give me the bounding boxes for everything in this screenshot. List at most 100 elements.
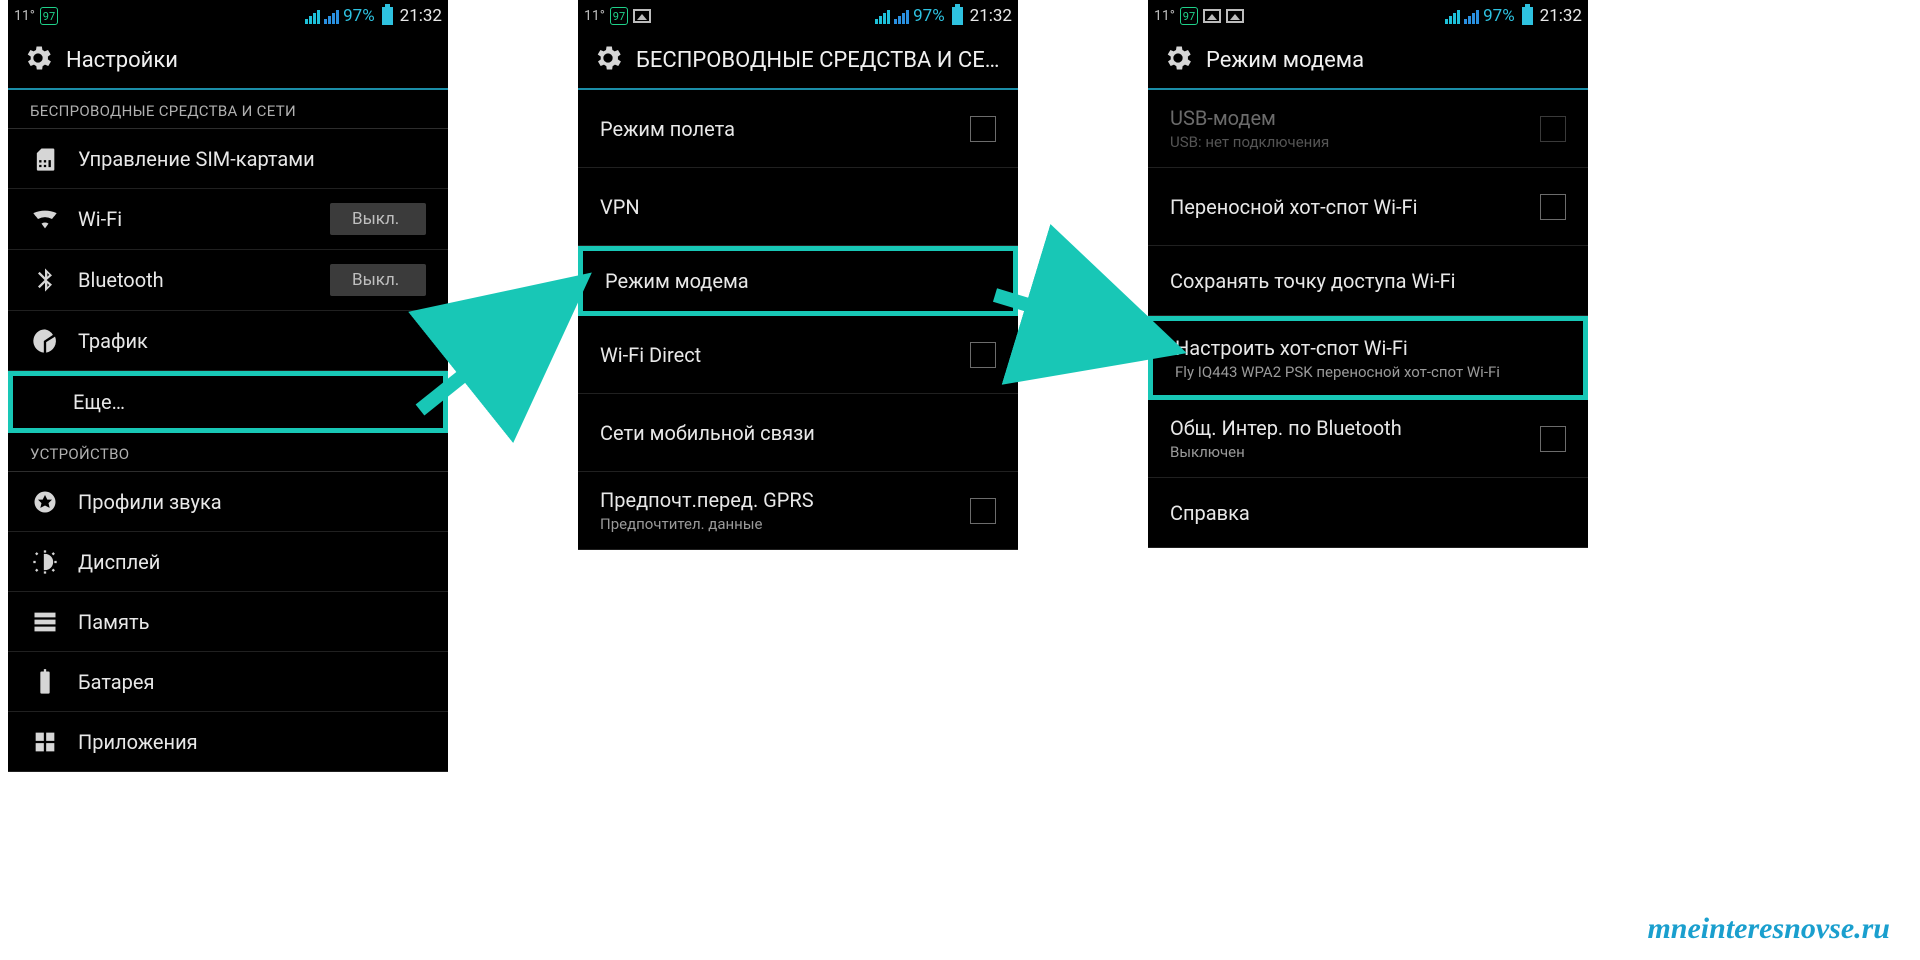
row-traffic[interactable]: Трафик: [8, 311, 448, 371]
row-gprs-pref[interactable]: Предпочт.перед. GPRS Предпочтител. данны…: [578, 472, 1018, 550]
page-title: Режим модема: [1206, 48, 1364, 73]
page-title: БЕСПРОВОДНЫЕ СРЕДСТВА И СЕ…: [636, 48, 999, 73]
temperature-indicator: 11°: [14, 8, 35, 24]
row-label: VPN: [600, 195, 996, 219]
title-bar: Настройки: [8, 32, 448, 90]
bluetooth-icon: [30, 266, 60, 294]
title-bar: Режим модема: [1148, 32, 1588, 90]
row-label: Трафик: [78, 329, 426, 353]
clock: 21:32: [970, 6, 1012, 26]
row-label: Дисплей: [78, 550, 426, 574]
temperature-indicator: 11°: [584, 8, 605, 24]
signal-1-icon: [305, 8, 320, 24]
battery-percent: 97%: [913, 6, 945, 26]
row-label: Wi-Fi: [78, 207, 312, 231]
row-label: Профили звука: [78, 490, 426, 514]
status-badge-icon: 97: [40, 7, 58, 25]
section-header-wireless: БЕСПРОВОДНЫЕ СРЕДСТВА И СЕТИ: [8, 90, 448, 129]
signal-2-icon: [324, 8, 339, 24]
row-label: Режим модема: [605, 269, 991, 293]
status-badge-icon: 97: [610, 7, 628, 25]
settings-gear-icon: [22, 42, 54, 78]
row-apps[interactable]: Приложения: [8, 712, 448, 772]
usb-checkbox: [1540, 116, 1566, 142]
clock: 21:32: [1540, 6, 1582, 26]
row-label: Управление SIM-картами: [78, 147, 426, 171]
row-label: Настроить хот-спот Wi-Fi: [1175, 336, 1561, 360]
row-sublabel: Предпочтител. данные: [600, 515, 952, 533]
page-title: Настройки: [66, 48, 178, 73]
row-keep-hotspot[interactable]: Сохранять точку доступа Wi-Fi: [1148, 246, 1588, 316]
row-label: Еще…: [73, 390, 421, 414]
row-label: Общ. Интер. по Bluetooth: [1170, 416, 1522, 440]
battery-icon: [382, 7, 393, 25]
status-badge-icon: 97: [1180, 7, 1198, 25]
hotspot-checkbox[interactable]: [1540, 194, 1566, 220]
sound-icon: [30, 488, 60, 516]
bt-share-checkbox[interactable]: [1540, 426, 1566, 452]
row-help[interactable]: Справка: [1148, 478, 1588, 548]
row-mobile-networks[interactable]: Сети мобильной связи: [578, 394, 1018, 472]
phone-screenshot-3: 11° 97 97% 21:32 Режим модема USB-модем: [1148, 0, 1588, 548]
row-more-highlighted[interactable]: Еще…: [8, 371, 448, 433]
row-battery[interactable]: Батарея: [8, 652, 448, 712]
row-label: Справка: [1170, 501, 1566, 525]
row-sim-management[interactable]: Управление SIM-картами: [8, 129, 448, 189]
row-usb-modem: USB-модем USB: нет подключения: [1148, 90, 1588, 168]
row-memory[interactable]: Память: [8, 592, 448, 652]
row-portable-hotspot[interactable]: Переносной хот-спот Wi-Fi: [1148, 168, 1588, 246]
row-bluetooth-share[interactable]: Общ. Интер. по Bluetooth Выключен: [1148, 400, 1588, 478]
row-sublabel: Выключен: [1170, 443, 1522, 461]
row-bluetooth[interactable]: Bluetooth Выкл.: [8, 250, 448, 311]
status-bar: 11° 97 97% 21:32: [1148, 0, 1588, 32]
row-label: Bluetooth: [78, 268, 312, 292]
row-label: Приложения: [78, 730, 426, 754]
settings-gear-icon: [592, 42, 624, 78]
battery-percent: 97%: [343, 6, 375, 26]
screenshot-icon: [633, 9, 651, 23]
apps-icon: [30, 728, 60, 756]
row-display[interactable]: Дисплей: [8, 532, 448, 592]
row-label: Батарея: [78, 670, 426, 694]
status-bar: 11° 97 97% 21:32: [578, 0, 1018, 32]
row-sound-profiles[interactable]: Профили звука: [8, 472, 448, 532]
row-vpn[interactable]: VPN: [578, 168, 1018, 246]
gprs-checkbox[interactable]: [970, 498, 996, 524]
battery-percent: 97%: [1483, 6, 1515, 26]
title-bar: БЕСПРОВОДНЫЕ СРЕДСТВА И СЕ…: [578, 32, 1018, 90]
row-sublabel: Fly IQ443 WPA2 PSK переносной хот-спот W…: [1175, 363, 1561, 381]
screenshot-icon: [1226, 9, 1244, 23]
row-wifi[interactable]: Wi-Fi Выкл.: [8, 189, 448, 250]
display-icon: [30, 548, 60, 576]
row-label: USB-модем: [1170, 106, 1522, 130]
battery-icon: [1522, 7, 1533, 25]
data-usage-icon: [30, 327, 60, 355]
row-label: Переносной хот-спот Wi-Fi: [1170, 195, 1522, 219]
battery-icon: [952, 7, 963, 25]
wifi-icon: [30, 205, 60, 233]
row-airplane-mode[interactable]: Режим полета: [578, 90, 1018, 168]
row-label: Память: [78, 610, 426, 634]
sim-icon: [30, 145, 60, 173]
bluetooth-toggle[interactable]: Выкл.: [330, 264, 426, 296]
signal-2-icon: [894, 8, 909, 24]
status-bar: 11° 97 97% 21:32: [8, 0, 448, 32]
signal-1-icon: [1445, 8, 1460, 24]
row-label: Предпочт.перед. GPRS: [600, 488, 952, 512]
battery-menu-icon: [30, 668, 60, 696]
row-label: Режим полета: [600, 117, 952, 141]
screenshot-icon: [1203, 9, 1221, 23]
row-setup-hotspot-highlighted[interactable]: Настроить хот-спот Wi-Fi Fly IQ443 WPA2 …: [1148, 316, 1588, 400]
row-wifi-direct[interactable]: Wi-Fi Direct: [578, 316, 1018, 394]
temperature-indicator: 11°: [1154, 8, 1175, 24]
row-sublabel: USB: нет подключения: [1170, 133, 1522, 151]
wifi-toggle[interactable]: Выкл.: [330, 203, 426, 235]
row-label: Сети мобильной связи: [600, 421, 996, 445]
airplane-checkbox[interactable]: [970, 116, 996, 142]
phone-screenshot-2: 11° 97 97% 21:32 БЕСПРОВОДНЫЕ СРЕДСТВА И…: [578, 0, 1018, 550]
section-header-device: УСТРОЙСТВО: [8, 433, 448, 472]
wifi-direct-checkbox[interactable]: [970, 342, 996, 368]
row-tethering-highlighted[interactable]: Режим модема: [578, 246, 1018, 316]
phone-screenshot-1: 11° 97 97% 21:32 Настройки БЕСПРОВОДНЫЕ …: [8, 0, 448, 772]
signal-2-icon: [1464, 8, 1479, 24]
